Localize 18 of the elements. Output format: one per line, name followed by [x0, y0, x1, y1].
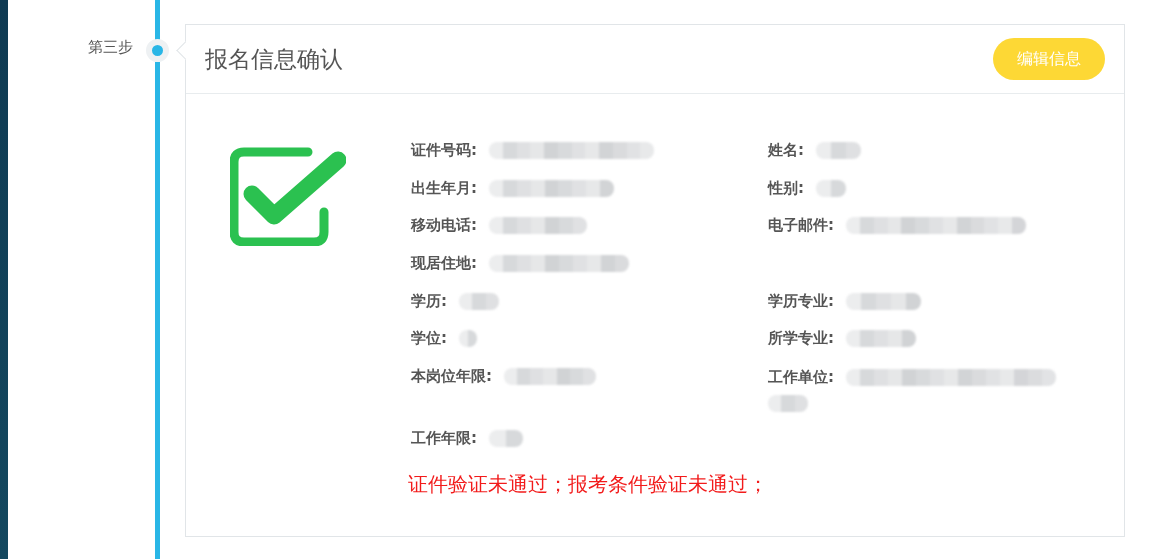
field-label: 本岗位年限:	[411, 366, 492, 386]
card-title: 报名信息确认	[205, 44, 343, 74]
field-label: 现居住地:	[411, 254, 477, 274]
field-label: 学历专业:	[768, 291, 834, 311]
field-label: 证件号码:	[411, 141, 477, 161]
field-label: 学位:	[411, 329, 447, 349]
step-label: 第三步	[88, 38, 133, 58]
field-label: 性别:	[768, 178, 804, 198]
field-label: 学历:	[411, 291, 447, 311]
edit-button[interactable]: 编辑信息	[993, 38, 1105, 80]
field-label: 所学专业:	[768, 329, 834, 349]
field-label: 移动电话:	[411, 216, 477, 236]
field-label: 工作单位:	[768, 367, 834, 387]
error-message: 证件验证未通过；报考条件验证未通过；	[408, 471, 769, 499]
field-label: 电子邮件:	[768, 216, 834, 236]
field-label: 姓名:	[768, 141, 804, 161]
field-label: 工作年限:	[411, 428, 477, 448]
field-label: 出生年月:	[411, 178, 477, 198]
